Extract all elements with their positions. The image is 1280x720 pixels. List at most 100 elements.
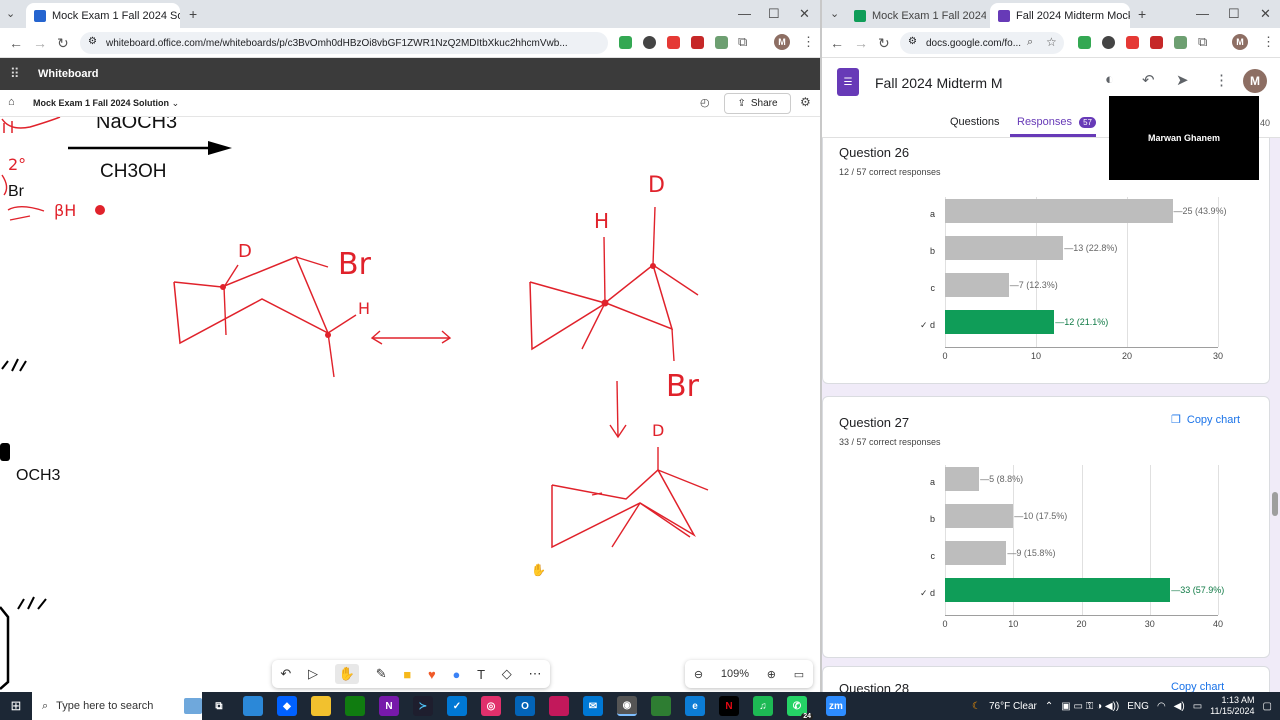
- profile-avatar[interactable]: M: [774, 34, 790, 50]
- tab-responses[interactable]: Responses 57: [1017, 116, 1097, 128]
- whiteboard-canvas[interactable]: NaOCH3 CH3OH Br 2° βH OCH3 D Br H H D Br…: [0, 117, 820, 692]
- minimize-icon[interactable]: —: [1196, 6, 1209, 21]
- new-tab-button[interactable]: +: [1138, 6, 1146, 22]
- fit-to-screen-icon[interactable]: ▭: [794, 668, 804, 681]
- todo-icon[interactable]: ✓: [447, 696, 467, 716]
- app-icon[interactable]: [549, 696, 569, 716]
- account-avatar[interactable]: M: [1243, 69, 1267, 93]
- address-bar[interactable]: ⚙ whiteboard.office.com/me/whiteboards/p…: [80, 32, 608, 54]
- share-button[interactable]: ⇪ Share: [724, 93, 791, 114]
- copilot-icon[interactable]: [243, 696, 263, 716]
- reload-icon[interactable]: ↻: [57, 35, 69, 52]
- new-tab-button[interactable]: +: [189, 6, 197, 22]
- close-window-icon[interactable]: ✕: [1260, 6, 1271, 22]
- extension-icon-4[interactable]: [691, 36, 704, 49]
- clock[interactable]: 1:13 AM 11/15/2024: [1210, 695, 1254, 717]
- customize-theme-icon[interactable]: ◐: [1105, 71, 1114, 88]
- extension-icon-3[interactable]: [667, 36, 680, 49]
- select-pointer-icon[interactable]: ▷: [308, 666, 318, 682]
- calculator-icon[interactable]: [345, 696, 365, 716]
- extension-icon-2[interactable]: [643, 36, 656, 49]
- video-call-overlay[interactable]: Marwan Ghanem: [1109, 96, 1259, 180]
- forms-logo-icon[interactable]: ☰: [837, 68, 859, 96]
- maximize-icon[interactable]: ☐: [768, 6, 780, 22]
- reload-icon[interactable]: ↻: [878, 35, 890, 52]
- chrome-icon[interactable]: ◉: [617, 696, 637, 716]
- extension-icon-2[interactable]: [1102, 36, 1115, 49]
- onenote-icon[interactable]: N: [379, 696, 399, 716]
- text-tool-icon[interactable]: T: [477, 667, 485, 682]
- whatsapp-icon[interactable]: ✆ 24: [787, 696, 813, 720]
- wifi-icon[interactable]: ◠: [1157, 701, 1166, 712]
- more-tools-icon[interactable]: ⋯: [529, 666, 542, 682]
- zoom-in-icon[interactable]: ⊕: [767, 668, 776, 681]
- pen-icon[interactable]: ✎: [376, 666, 387, 682]
- tab-mock-exam-sheets[interactable]: Mock Exam 1 Fall 2024 - Go ✕: [846, 3, 986, 28]
- reactions-heart-icon[interactable]: ♥: [428, 667, 436, 682]
- scrollbar-thumb[interactable]: [1272, 492, 1278, 516]
- browser-menu-icon[interactable]: ⋮: [802, 34, 815, 50]
- undo-icon[interactable]: ↶: [280, 666, 291, 682]
- extension-icon-1[interactable]: [619, 36, 632, 49]
- minimize-icon[interactable]: —: [738, 6, 751, 21]
- tab-midterm-form[interactable]: Fall 2024 Midterm Mock Ex ✕: [990, 3, 1130, 28]
- forward-icon[interactable]: →: [33, 35, 47, 51]
- settings-gear-icon[interactable]: ⚙: [800, 95, 811, 109]
- address-bar[interactable]: ⚙ docs.google.com/fo...: [900, 32, 1064, 54]
- vscode-insiders-icon[interactable]: ≻: [413, 696, 433, 716]
- extension-icon-5[interactable]: [1174, 36, 1187, 49]
- shapes-icon[interactable]: ◇: [502, 666, 512, 682]
- taskbar-search-box[interactable]: ⌕ Type here to search: [32, 692, 202, 720]
- outlook-icon[interactable]: O: [515, 696, 535, 716]
- form-title[interactable]: Fall 2024 Midterm M: [875, 75, 1003, 91]
- edge-icon[interactable]: e: [685, 696, 705, 716]
- tray-chevron-icon[interactable]: ⌃: [1045, 701, 1053, 712]
- speaker-icon[interactable]: ◀): [1174, 701, 1185, 712]
- back-icon[interactable]: ←: [830, 35, 844, 51]
- weather-text[interactable]: 76°F Clear: [989, 701, 1037, 712]
- back-icon[interactable]: ←: [9, 35, 23, 51]
- extensions-puzzle-icon[interactable]: ⧉: [738, 34, 747, 50]
- tab-mock-exam-whiteboard[interactable]: Mock Exam 1 Fall 2024 Solutio ✕: [26, 3, 180, 28]
- zoom-lens-icon[interactable]: ⌕: [1027, 36, 1033, 49]
- extensions-puzzle-icon[interactable]: ⧉: [1198, 34, 1207, 50]
- tab-questions[interactable]: Questions: [950, 116, 1000, 128]
- sticky-note-icon[interactable]: ■: [403, 667, 411, 682]
- task-view-icon[interactable]: ⧉: [209, 696, 229, 716]
- tab-search-icon[interactable]: ⌄: [830, 7, 839, 20]
- instagram-icon[interactable]: ◎: [481, 696, 501, 716]
- extension-icon-1[interactable]: [1078, 36, 1091, 49]
- mail-icon[interactable]: ✉: [583, 696, 603, 716]
- browser-menu-icon[interactable]: ⋮: [1262, 34, 1275, 50]
- more-options-icon[interactable]: ⋮: [1214, 71, 1229, 89]
- ai-copilot-icon[interactable]: ●: [452, 667, 460, 682]
- undo-icon[interactable]: ↶: [1142, 71, 1155, 89]
- extension-icon-4[interactable]: [1150, 36, 1163, 49]
- timer-icon[interactable]: ◴: [700, 96, 710, 109]
- extension-icon-3[interactable]: [1126, 36, 1139, 49]
- bookmark-star-icon[interactable]: ☆: [1046, 35, 1057, 49]
- windows-start-icon[interactable]: ⊞: [0, 698, 32, 714]
- extension-icon-5[interactable]: [715, 36, 728, 49]
- home-icon[interactable]: ⌂: [8, 96, 15, 108]
- file-explorer-icon[interactable]: [311, 696, 331, 716]
- battery-icon[interactable]: ▭: [1193, 701, 1202, 712]
- spotify-icon[interactable]: ♫: [753, 696, 773, 716]
- forward-icon[interactable]: →: [854, 35, 868, 51]
- maximize-icon[interactable]: ☐: [1228, 6, 1240, 22]
- netflix-icon[interactable]: N: [719, 696, 739, 716]
- close-window-icon[interactable]: ✕: [799, 6, 810, 22]
- zoom-app-icon[interactable]: zm: [826, 696, 846, 716]
- app-green-icon[interactable]: [651, 696, 671, 716]
- zoom-out-icon[interactable]: ⊖: [694, 668, 703, 681]
- tab-search-icon[interactable]: ⌄: [6, 7, 15, 20]
- hand-pan-icon[interactable]: ✋: [334, 664, 359, 684]
- tray-app-icons[interactable]: ▣ ▭ ⚿ ◑ ◀)): [1061, 701, 1119, 712]
- app-launcher-icon[interactable]: ⠿: [10, 66, 20, 82]
- notifications-icon[interactable]: ▢: [1263, 701, 1272, 712]
- copy-chart-button[interactable]: Copy chart: [1171, 681, 1224, 692]
- send-icon[interactable]: ➤: [1176, 71, 1189, 89]
- site-info-icon[interactable]: ⚙: [908, 36, 917, 47]
- profile-avatar[interactable]: M: [1232, 34, 1248, 50]
- site-info-icon[interactable]: ⚙: [88, 36, 97, 47]
